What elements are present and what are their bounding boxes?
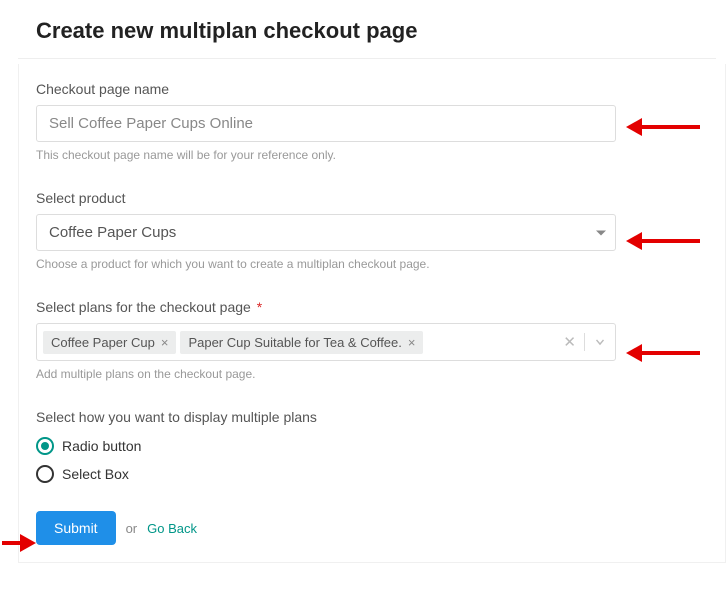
plans-multiselect[interactable]: Coffee Paper Cup × Paper Cup Suitable fo… bbox=[36, 323, 616, 361]
radio-label: Select Box bbox=[62, 466, 129, 482]
plan-tag: Coffee Paper Cup × bbox=[43, 331, 176, 354]
radio-icon bbox=[36, 437, 54, 455]
remove-tag-icon[interactable]: × bbox=[161, 336, 169, 349]
display-field: Select how you want to display multiple … bbox=[36, 409, 616, 483]
plans-helper: Add multiple plans on the checkout page. bbox=[36, 367, 616, 381]
display-option-radio-button[interactable]: Radio button bbox=[36, 437, 616, 455]
checkout-name-helper: This checkout page name will be for your… bbox=[36, 148, 616, 162]
product-field: Select product Coffee Paper Cups Choose … bbox=[36, 190, 616, 271]
plan-tag: Paper Cup Suitable for Tea & Coffee. × bbox=[180, 331, 423, 354]
page-title: Create new multiplan checkout page bbox=[36, 18, 616, 44]
product-label: Select product bbox=[36, 190, 616, 206]
required-indicator: * bbox=[257, 299, 262, 315]
product-select[interactable]: Coffee Paper Cups bbox=[36, 214, 616, 251]
radio-icon bbox=[36, 465, 54, 483]
clear-all-icon[interactable]: ✕ bbox=[561, 333, 578, 351]
remove-tag-icon[interactable]: × bbox=[408, 336, 416, 349]
plan-tag-label: Paper Cup Suitable for Tea & Coffee. bbox=[188, 335, 401, 350]
plan-tag-label: Coffee Paper Cup bbox=[51, 335, 155, 350]
plans-label: Select plans for the checkout page * bbox=[36, 299, 616, 315]
submit-button[interactable]: Submit bbox=[36, 511, 116, 545]
or-text: or bbox=[126, 521, 138, 536]
display-option-select-box[interactable]: Select Box bbox=[36, 465, 616, 483]
separator bbox=[584, 333, 585, 351]
chevron-down-icon[interactable] bbox=[591, 335, 609, 349]
go-back-link[interactable]: Go Back bbox=[147, 521, 197, 536]
checkout-name-input[interactable] bbox=[36, 105, 616, 142]
product-helper: Choose a product for which you want to c… bbox=[36, 257, 616, 271]
plans-label-text: Select plans for the checkout page bbox=[36, 299, 251, 315]
radio-label: Radio button bbox=[62, 438, 141, 454]
form-actions: Submit or Go Back bbox=[36, 511, 616, 545]
chevron-down-icon bbox=[596, 230, 606, 235]
checkout-name-label: Checkout page name bbox=[36, 81, 616, 97]
checkout-name-field: Checkout page name This checkout page na… bbox=[36, 81, 616, 162]
product-selected-value: Coffee Paper Cups bbox=[49, 224, 176, 241]
display-label: Select how you want to display multiple … bbox=[36, 409, 616, 425]
plans-field: Select plans for the checkout page * Cof… bbox=[36, 299, 616, 381]
divider bbox=[18, 58, 716, 59]
